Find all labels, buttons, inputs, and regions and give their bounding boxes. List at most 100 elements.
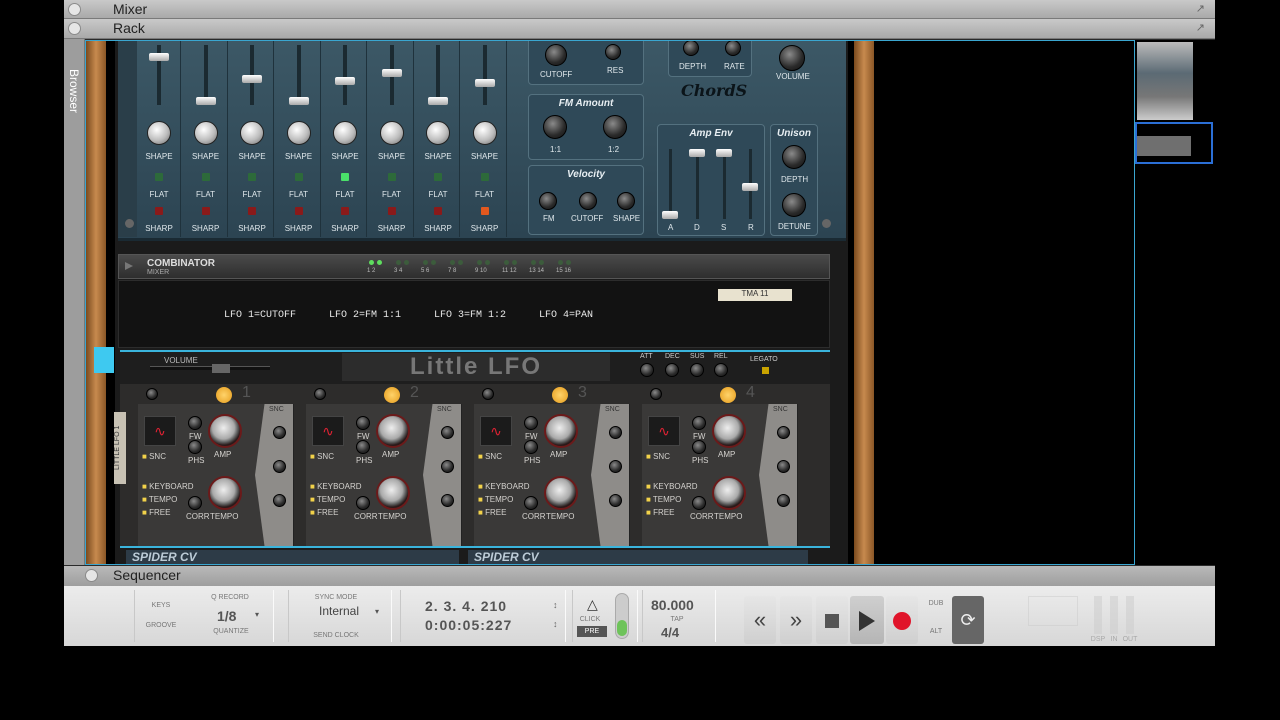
dub-button[interactable]: DUB [926, 600, 946, 607]
sharp-led[interactable] [480, 207, 489, 215]
release-fader[interactable] [742, 183, 758, 191]
channel-fader[interactable] [381, 69, 402, 77]
position-bars[interactable]: 2. 3. 4. 210 [425, 598, 507, 614]
waveform-display[interactable]: ∿ [480, 416, 512, 446]
sync-knob[interactable] [273, 460, 286, 473]
pad-led[interactable] [450, 260, 455, 265]
pad-led[interactable] [431, 260, 436, 265]
shape-knob[interactable] [379, 121, 404, 145]
channel-fader[interactable] [149, 53, 169, 61]
pad-led[interactable] [477, 260, 482, 265]
quantize-value[interactable]: 1/8 [217, 608, 236, 624]
loop-button[interactable]: ⟳ [952, 596, 984, 644]
depth-knob[interactable] [683, 41, 699, 56]
unison-depth-knob[interactable] [782, 145, 806, 169]
channel-fader[interactable] [474, 79, 495, 87]
volume-knob[interactable] [779, 45, 805, 71]
position-time[interactable]: 0:00:05:227 [425, 617, 512, 633]
record-button[interactable] [886, 596, 918, 644]
sync-knob[interactable] [777, 494, 790, 507]
section-knob[interactable] [146, 388, 158, 400]
section-active-led[interactable] [720, 387, 736, 403]
sync-knob[interactable] [777, 426, 790, 439]
fw-knob[interactable] [356, 416, 370, 430]
pad-led[interactable] [539, 260, 544, 265]
combinator-header[interactable]: COMBINATOR MIXER 1 2 3 4 5 6 7 8 9 10 11 12 13… [118, 254, 830, 279]
pad-led[interactable] [369, 260, 374, 265]
pad-led[interactable] [396, 260, 401, 265]
q-record-label[interactable]: Q RECORD [207, 594, 253, 601]
flat-led[interactable] [201, 173, 210, 181]
sync-knob[interactable] [609, 494, 622, 507]
pad-led[interactable] [377, 260, 382, 265]
shape-knob[interactable] [240, 121, 264, 145]
amp-knob[interactable] [376, 414, 410, 448]
section-knob[interactable] [482, 388, 494, 400]
metronome-icon[interactable]: △ [587, 596, 598, 613]
mixer-toggle-icon[interactable] [68, 3, 81, 16]
section-active-led[interactable] [216, 387, 232, 403]
fw-knob[interactable] [524, 416, 538, 430]
section-knob[interactable] [314, 388, 326, 400]
tempo-knob[interactable] [544, 476, 578, 510]
corr-knob[interactable] [524, 496, 538, 510]
flat-led[interactable] [294, 173, 303, 181]
pad-led[interactable] [566, 260, 571, 265]
signature-value[interactable]: 4/4 [661, 625, 679, 640]
waveform-display[interactable]: ∿ [312, 416, 344, 446]
detach-arrow-icon[interactable]: ↗ [1196, 21, 1205, 34]
corr-knob[interactable] [188, 496, 202, 510]
velocity-fm-knob[interactable] [539, 192, 557, 210]
corr-knob[interactable] [692, 496, 706, 510]
sharp-led[interactable] [294, 207, 303, 215]
sequencer-panel-bar[interactable]: Sequencer [64, 566, 1215, 586]
sharp-led[interactable] [434, 207, 442, 215]
chevron-down-icon[interactable]: ▾ [375, 607, 379, 616]
sync-knob[interactable] [777, 460, 790, 473]
flat-led[interactable] [434, 173, 442, 181]
fw-knob[interactable] [692, 416, 706, 430]
shape-knob[interactable] [333, 121, 357, 145]
velocity-shape-knob[interactable] [617, 192, 635, 210]
flat-led[interactable] [341, 173, 349, 181]
keys-button[interactable]: KEYS [149, 602, 173, 609]
patch-name-tape[interactable]: TMA 11 [718, 289, 792, 301]
sharp-led[interactable] [341, 207, 349, 215]
flat-led[interactable] [480, 173, 489, 181]
play-button[interactable] [850, 596, 884, 644]
att-knob[interactable] [640, 363, 654, 377]
pad-led[interactable] [423, 260, 428, 265]
position-bars-stepper-icon[interactable]: ↕ [553, 600, 558, 610]
channel-fader[interactable] [195, 97, 216, 105]
shape-knob[interactable] [426, 121, 450, 145]
rel-knob[interactable] [714, 363, 728, 377]
pad-led[interactable] [558, 260, 563, 265]
sync-knob[interactable] [273, 494, 286, 507]
corr-knob[interactable] [356, 496, 370, 510]
fold-triangle-icon[interactable] [125, 262, 133, 270]
sharp-led[interactable] [248, 207, 256, 215]
navigator-thumb-1[interactable] [1137, 42, 1193, 120]
sus-knob[interactable] [690, 363, 704, 377]
sync-knob[interactable] [441, 494, 454, 507]
shape-knob[interactable] [147, 121, 171, 145]
section-active-led[interactable] [384, 387, 400, 403]
device-select-marker[interactable] [94, 347, 114, 373]
sync-mode-select[interactable]: Internal [319, 604, 359, 618]
browser-strip[interactable]: Browser [64, 39, 85, 565]
section-active-led[interactable] [552, 387, 568, 403]
sync-knob[interactable] [273, 426, 286, 439]
tempo-knob[interactable] [712, 476, 746, 510]
position-time-stepper-icon[interactable]: ↕ [553, 619, 558, 629]
pad-led[interactable] [504, 260, 509, 265]
pad-led[interactable] [404, 260, 409, 265]
fm-1-2-knob[interactable] [603, 115, 627, 139]
fast-forward-button[interactable]: » [780, 596, 812, 644]
rate-knob[interactable] [725, 41, 741, 56]
sharp-led[interactable] [387, 207, 396, 215]
fm-1-1-knob[interactable] [543, 115, 567, 139]
unison-detune-knob[interactable] [782, 193, 806, 217]
section-knob[interactable] [650, 388, 662, 400]
channel-fader[interactable] [288, 97, 309, 105]
sync-knob[interactable] [441, 460, 454, 473]
